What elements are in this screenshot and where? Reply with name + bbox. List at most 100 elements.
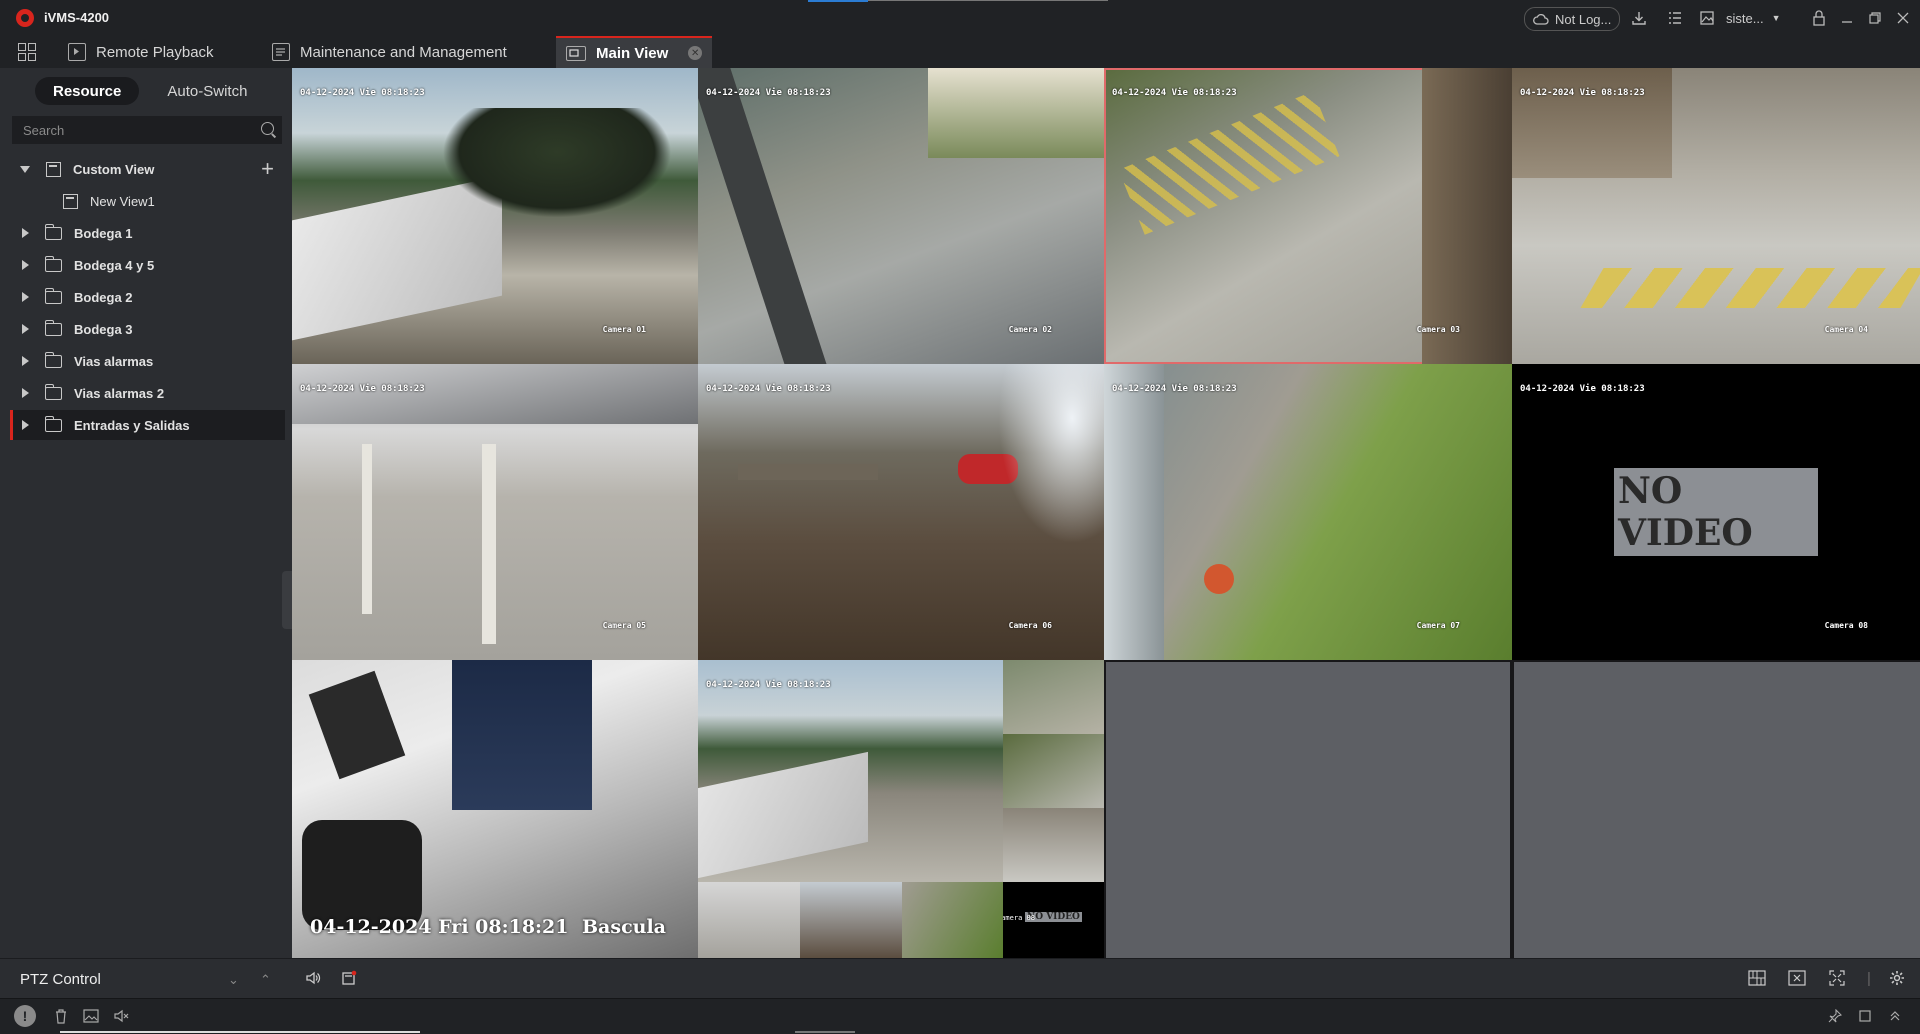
playback-icon [68,43,86,61]
alarm-warning-icon[interactable]: ! [14,1005,36,1027]
caret-right-icon[interactable] [22,356,29,366]
search-input[interactable]: Search [12,116,282,144]
window-layout-icon[interactable] [1748,969,1766,987]
folder-icon [44,287,62,304]
add-view-icon[interactable]: + [261,156,274,182]
caret-right-icon[interactable] [22,292,29,302]
camera-name: Camera 05 [602,621,646,630]
settings-gear-icon[interactable] [1888,969,1906,987]
tab-auto-switch[interactable]: Auto-Switch [149,77,265,105]
camera-cell-04[interactable]: 04-12-2024 Vie 08:18:23 Camera 04 [1512,68,1920,364]
hikvision-logo-icon [16,9,34,27]
toolbar-divider: | [1867,969,1871,987]
camera-cell-empty[interactable] [1106,662,1510,958]
user-menu[interactable]: siste... ▼ [1726,7,1781,29]
caret-right-icon[interactable] [22,388,29,398]
pin-icon[interactable] [1826,1007,1844,1025]
image-icon[interactable] [1696,7,1718,29]
sidebar-collapse-handle[interactable] [282,571,292,629]
camera-cell-03[interactable]: 04-12-2024 Vie 08:18:23 Camera 03 [1104,68,1512,364]
module-grid-button[interactable] [18,36,36,68]
login-status-button[interactable]: Not Log... [1524,7,1621,31]
tab-resource[interactable]: Resource [35,77,140,105]
tree-item-bodega-3[interactable]: Bodega 3 [10,314,282,344]
sub-cell-5[interactable] [800,882,902,958]
folder-icon [44,223,62,240]
video-frame-bench [738,464,878,480]
camera-name: Bascula [582,916,666,938]
image-icon[interactable] [82,1007,100,1025]
camera-cell-bascula[interactable]: 04-12-2024 Fri 08:18:21 Bascula [292,660,698,958]
camera-cell-08[interactable]: 04-12-2024 Vie 08:18:23 NO VIDEO Camera … [1512,364,1920,660]
camera-cell-01[interactable]: 04-12-2024 Vie 08:18:23 Camera 01 [292,68,698,364]
trash-icon[interactable] [52,1007,70,1025]
audio-icon[interactable] [304,969,322,987]
lock-icon[interactable] [1808,7,1830,29]
sub-cell-3[interactable] [1003,808,1104,882]
tree-item-bodega-1[interactable]: Bodega 1 [10,218,282,248]
camera-name: Camera 08 [1003,914,1035,922]
tab-label: Main View [596,44,669,62]
caret-right-icon[interactable] [22,260,29,270]
caret-right-icon[interactable] [22,324,29,334]
video-frame-glare [998,364,1104,544]
camera-timestamp: 04-12-2024 Vie 08:18:23 [300,384,425,394]
camera-cell-05[interactable]: 04-12-2024 Vie 08:18:23 Camera 05 [292,364,698,660]
grid-icon [18,43,36,61]
camera-cell-multi[interactable]: 04-12-2024 Vie 08:18:23 NO VIDEO Camera … [698,660,1104,958]
chevron-up-icon[interactable]: ⌃ [260,972,271,988]
camera-timestamp: 04-12-2024 Vie 08:18:23 [1112,384,1237,394]
close-all-windows-icon[interactable] [1788,969,1806,987]
tab-close-icon[interactable]: ✕ [688,46,703,60]
sub-cell-6[interactable] [902,882,1003,958]
tab-main-view[interactable]: Main View ✕ [556,36,713,68]
camera-name: Camera 07 [1416,621,1460,630]
chevron-double-up-icon[interactable] [1886,1007,1904,1025]
fullscreen-icon[interactable] [1828,969,1846,987]
cloud-icon [1533,13,1549,25]
tree-item-new-view1[interactable]: New View1 [10,186,282,216]
sub-cell-1[interactable] [1003,660,1104,734]
minimize-icon[interactable] [1836,7,1858,29]
tree-item-entradas-y-salidas[interactable]: Entradas y Salidas [10,410,285,440]
caret-right-icon[interactable] [22,228,29,238]
tree-item-vias-alarmas-2[interactable]: Vias alarmas 2 [10,378,282,408]
tree-item-bodega-2[interactable]: Bodega 2 [10,282,282,312]
video-frame-crosswalk [1580,268,1920,308]
camera-name: Camera 08 [1824,621,1868,630]
caret-right-icon[interactable] [22,420,29,430]
camera-timestamp: 04-12-2024 Fri 08:18:21 [310,916,569,938]
tab-maintenance[interactable]: Maintenance and Management [272,36,507,68]
camera-cell-06[interactable]: 04-12-2024 Vie 08:18:23 Camera 06 [698,364,1104,660]
caret-down-icon[interactable] [20,165,30,173]
download-icon[interactable] [1628,7,1650,29]
no-video-label: NO VIDEO [1614,468,1818,556]
folder-icon [44,351,62,368]
sub-cell-main[interactable]: 04-12-2024 Vie 08:18:23 [698,660,1003,882]
video-frame-column [362,444,372,614]
camera-cell-02[interactable]: 04-12-2024 Vie 08:18:23 Camera 02 [698,68,1104,364]
camera-cell-07[interactable]: 04-12-2024 Vie 08:18:23 Camera 07 [1104,364,1512,660]
tree-item-vias-alarmas[interactable]: Vias alarmas [10,346,282,376]
close-icon[interactable] [1892,7,1914,29]
task-list-icon[interactable] [1664,7,1686,29]
module-nav-bar: Remote Playback Maintenance and Manageme… [0,36,1920,68]
mute-icon[interactable] [112,1007,130,1025]
tree-item-custom-view[interactable]: Custom View + [10,154,282,184]
video-frame-crosswalk [1118,91,1340,235]
search-icon[interactable] [261,122,274,135]
restore-icon[interactable] [1864,7,1886,29]
app-title: iVMS-4200 [44,10,110,25]
folder-icon [44,255,62,272]
sub-cell-4[interactable] [698,882,800,958]
tree-item-bodega-4-y-5[interactable]: Bodega 4 y 5 [10,250,282,280]
sub-cell-2[interactable] [1003,734,1104,808]
chevron-down-icon[interactable]: ⌄ [228,972,239,988]
sub-cell-7[interactable]: NO VIDEO Camera 08 [1003,882,1104,958]
tab-remote-playback[interactable]: Remote Playback [68,36,214,68]
maximize-panel-icon[interactable] [1856,1007,1874,1025]
camera-cell-empty[interactable] [1514,662,1920,958]
ptz-control-panel[interactable]: PTZ Control ⌄ ⌃ [0,958,292,998]
record-all-icon[interactable] [340,969,358,987]
tree-item-label: Vias alarmas [74,353,154,369]
